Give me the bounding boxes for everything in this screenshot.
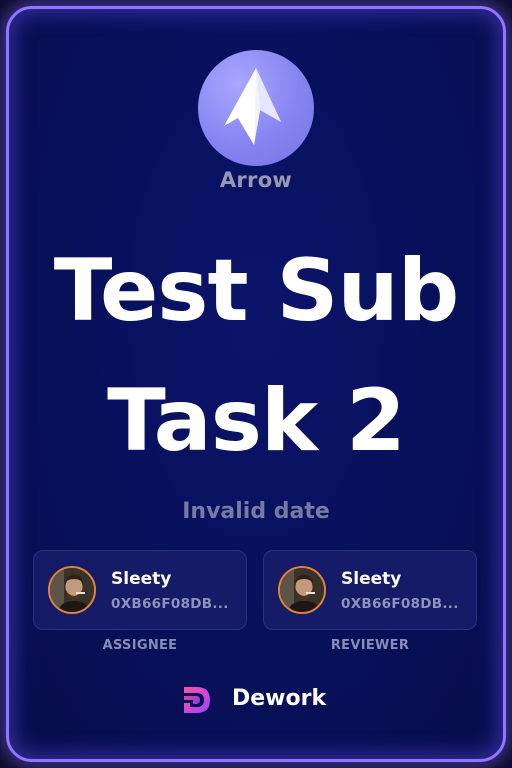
user-avatar-icon [50, 568, 94, 612]
reviewer-avatar [278, 566, 326, 614]
assignee-address: 0XB66F08DB... [111, 596, 229, 612]
organization-logo [198, 50, 314, 166]
dework-brand[interactable]: Dework [180, 683, 340, 717]
user-avatar-icon [280, 568, 324, 612]
assignee-name: Sleety [111, 569, 172, 589]
assignee-avatar [48, 566, 96, 614]
reviewer-name: Sleety [341, 569, 402, 589]
arrow-icon [224, 68, 281, 145]
assignee-label: ASSIGNEE [102, 638, 178, 653]
assignee-card[interactable]: Sleety 0XB66F08DB... [33, 550, 247, 630]
task-date: Invalid date [182, 499, 330, 524]
dework-brand-name: Dework [232, 686, 327, 711]
reviewer-label: REVIEWER [330, 638, 410, 653]
organization-name: Arrow [219, 168, 293, 192]
reviewer-card[interactable]: Sleety 0XB66F08DB... [263, 550, 477, 630]
reviewer-address: 0XB66F08DB... [341, 596, 459, 612]
dework-logo-icon [184, 687, 210, 713]
task-title: Test Sub Task 2 [53, 241, 460, 471]
